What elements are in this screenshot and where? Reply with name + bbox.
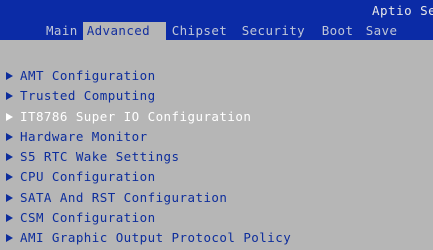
triangle-right-icon [6, 153, 13, 162]
triangle-right-icon [6, 92, 13, 101]
menu-item-label: Trusted Computing [20, 88, 156, 104]
menu-item-super-io-configuration[interactable]: IT8786 Super IO Configuration [0, 107, 433, 127]
tab-chipset[interactable]: Chipset [168, 22, 238, 40]
triangle-right-icon [6, 173, 13, 182]
tab-advanced[interactable]: Advanced [82, 22, 166, 40]
bios-header: Aptio Se Main Advanced Chipset Security … [0, 0, 433, 40]
triangle-right-icon [6, 234, 13, 243]
menu-item-hardware-monitor[interactable]: Hardware Monitor [0, 127, 433, 147]
advanced-menu-list: AMT Configuration Trusted Computing IT87… [0, 66, 433, 249]
menu-item-amt-configuration[interactable]: AMT Configuration [0, 66, 433, 86]
menu-item-label: IT8786 Super IO Configuration [20, 108, 252, 124]
triangle-right-icon [6, 214, 13, 223]
triangle-right-icon [6, 112, 13, 121]
tab-main[interactable]: Main [42, 22, 82, 40]
triangle-right-icon [6, 132, 13, 141]
menu-item-csm-configuration[interactable]: CSM Configuration [0, 208, 433, 228]
menu-item-label: AMI Graphic Output Protocol Policy [20, 230, 292, 246]
menu-item-label: CPU Configuration [20, 169, 156, 185]
menu-item-sata-rst-configuration[interactable]: SATA And RST Configuration [0, 188, 433, 208]
menu-item-ami-graphic-output-protocol-policy[interactable]: AMI Graphic Output Protocol Policy [0, 228, 433, 248]
tab-bar: Main Advanced Chipset Security Boot Save [0, 22, 422, 40]
menu-item-s5-rtc-wake-settings[interactable]: S5 RTC Wake Settings [0, 147, 433, 167]
bios-brand-title: Aptio Se [372, 3, 433, 18]
menu-item-trusted-computing[interactable]: Trusted Computing [0, 86, 433, 106]
menu-item-label: CSM Configuration [20, 210, 156, 226]
menu-item-label: SATA And RST Configuration [20, 189, 228, 205]
menu-item-cpu-configuration[interactable]: CPU Configuration [0, 167, 433, 187]
menu-item-label: S5 RTC Wake Settings [20, 149, 180, 165]
tab-save[interactable]: Save [362, 22, 422, 40]
tab-boot[interactable]: Boot [318, 22, 362, 40]
triangle-right-icon [6, 72, 13, 80]
tab-security[interactable]: Security [238, 22, 318, 40]
triangle-right-icon [6, 193, 13, 202]
menu-item-label: AMT Configuration [20, 68, 156, 83]
menu-item-label: Hardware Monitor [20, 128, 148, 144]
